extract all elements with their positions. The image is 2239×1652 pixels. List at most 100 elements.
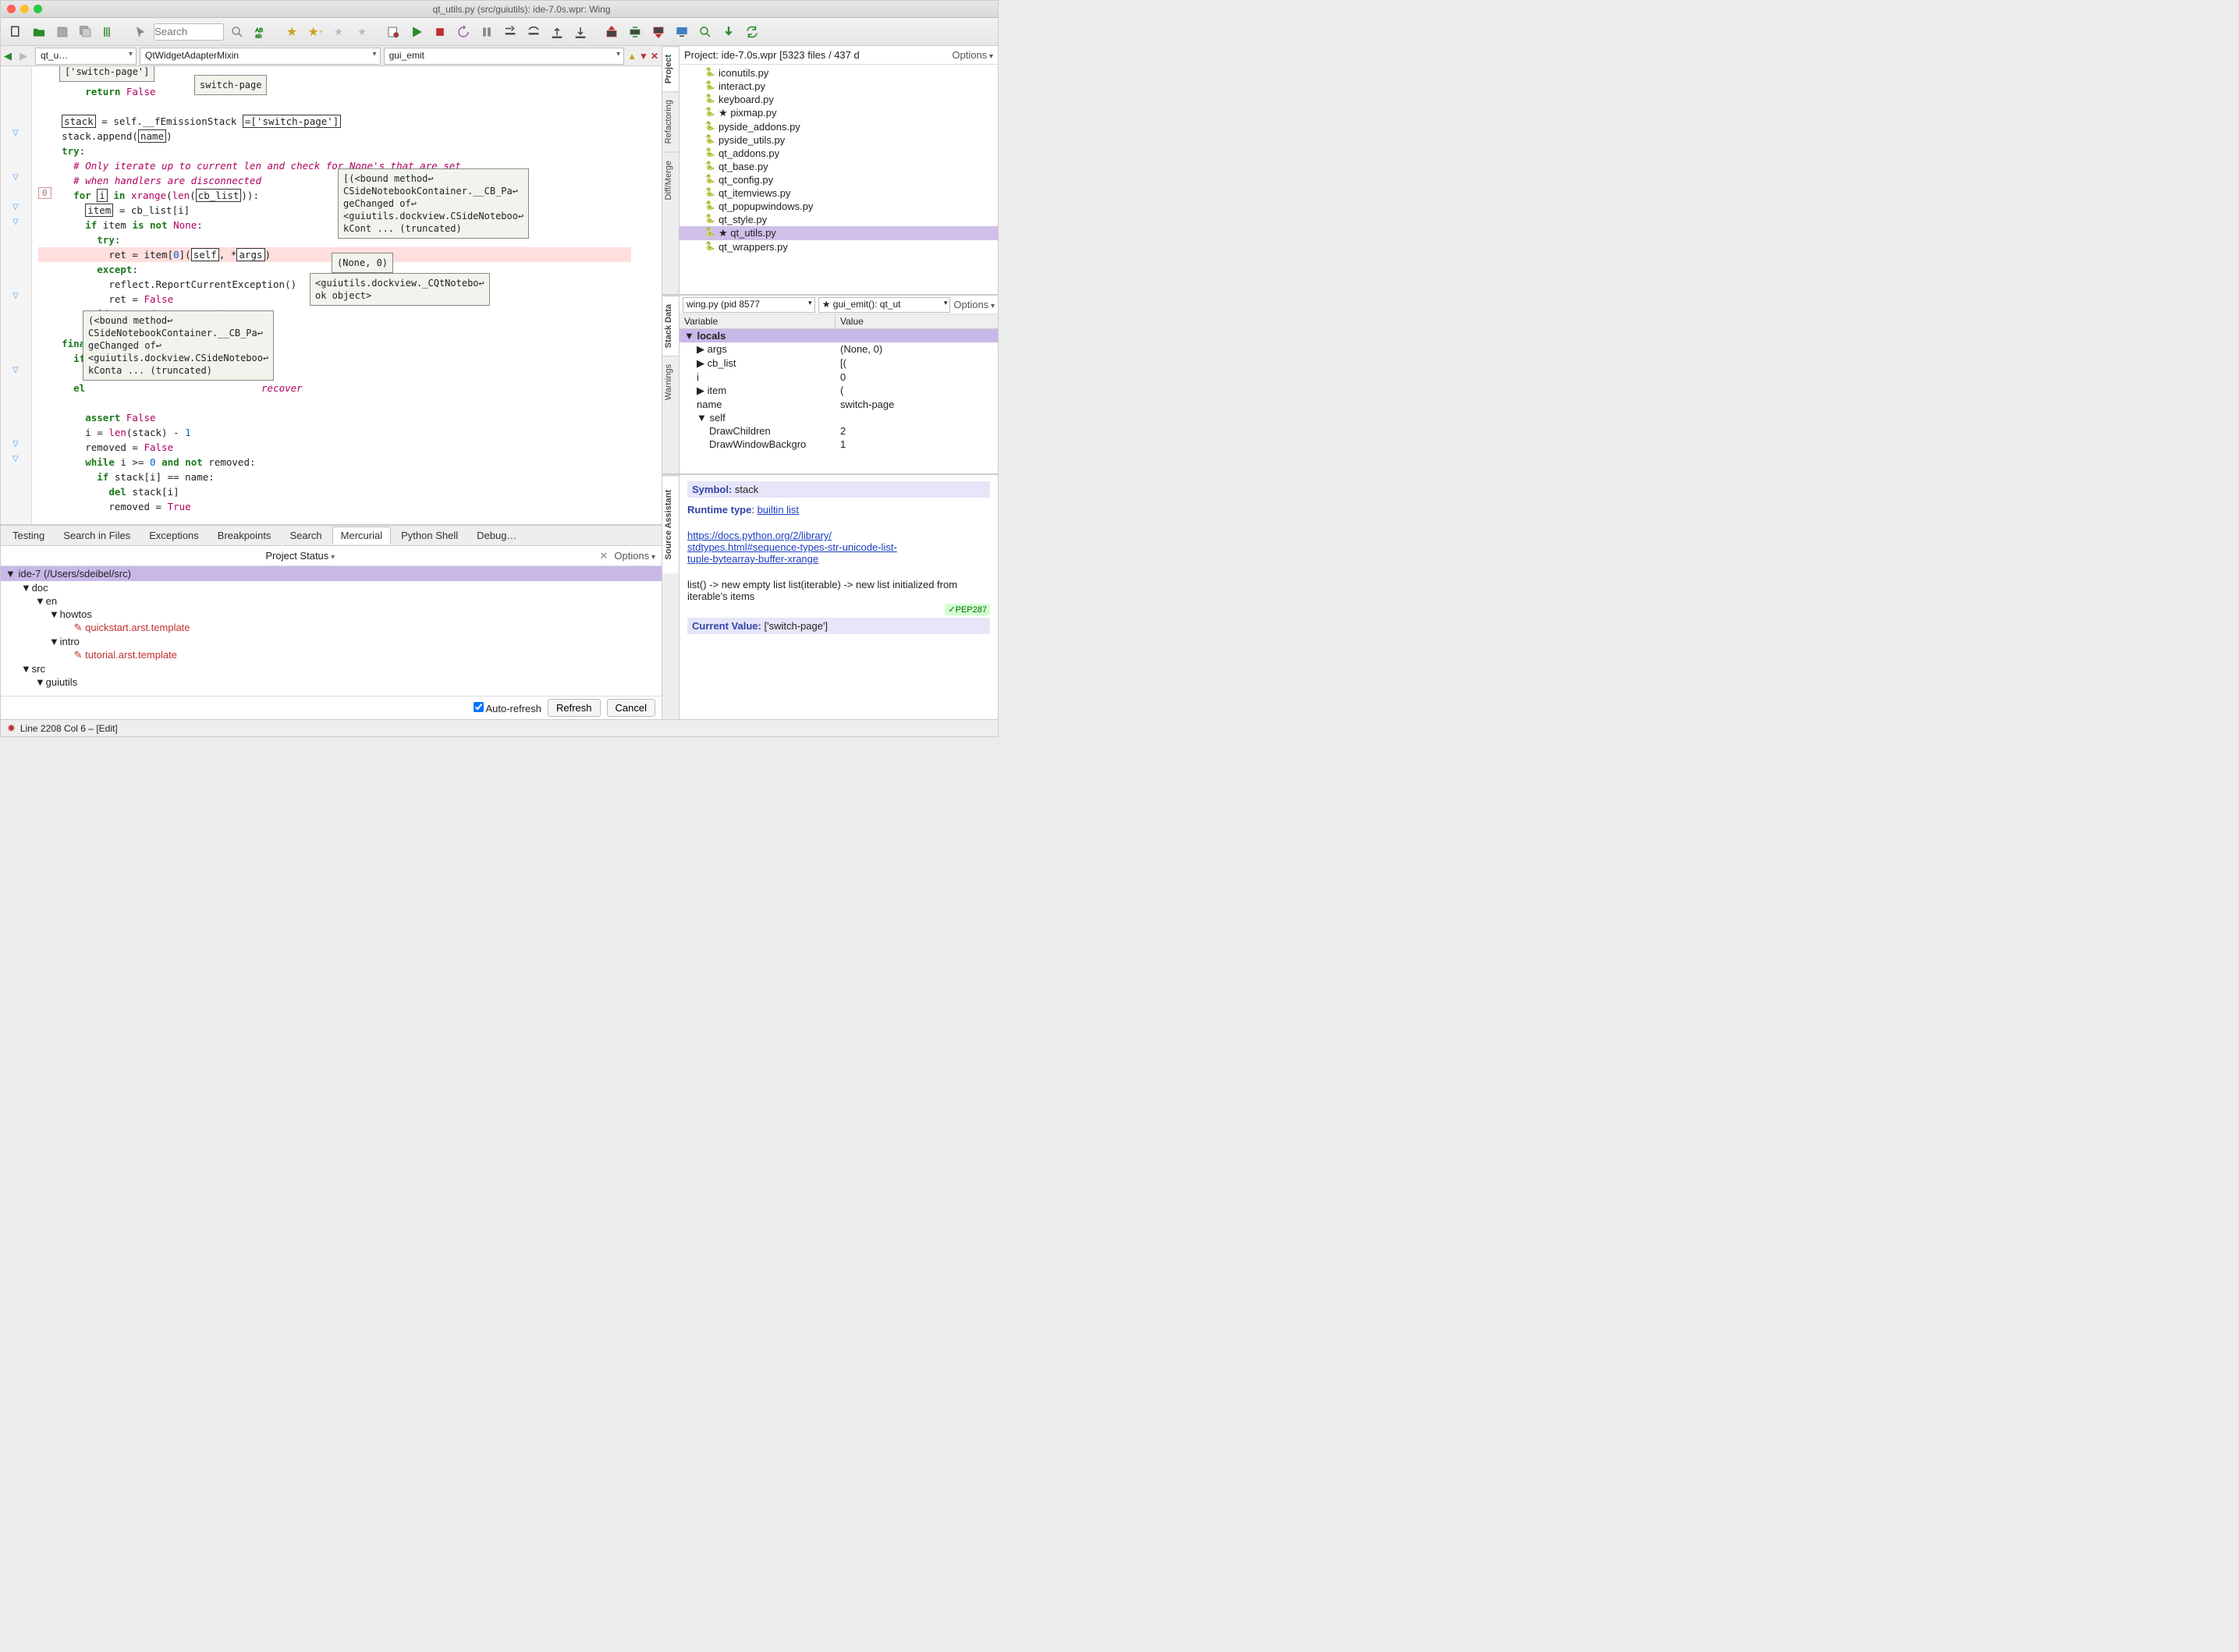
runtime-type-link[interactable]: builtin list: [758, 504, 799, 516]
vtab-warnings[interactable]: Warnings: [662, 356, 679, 408]
replace-button[interactable]: ABab: [250, 22, 271, 42]
autorefresh-checkbox[interactable]: Auto-refresh: [474, 702, 541, 714]
variable-row[interactable]: DrawWindowBackgro1: [680, 438, 998, 451]
tab-testing[interactable]: Testing: [4, 526, 53, 544]
project-file-item[interactable]: pyside_utils.py: [680, 133, 998, 147]
warning-icon[interactable]: ▲: [627, 51, 637, 62]
variable-row[interactable]: ▼ locals: [680, 329, 998, 342]
indent-button[interactable]: [99, 22, 119, 42]
hg-mode-dropdown[interactable]: Project Status: [7, 550, 593, 562]
project-file-item[interactable]: interact.py: [680, 80, 998, 93]
variable-row[interactable]: ▶ cb_list[(: [680, 356, 998, 370]
project-file-item[interactable]: qt_style.py: [680, 213, 998, 226]
fold-icon[interactable]: ▽: [12, 218, 19, 226]
nav-back-icon[interactable]: ◀: [4, 50, 16, 62]
fold-icon[interactable]: ▽: [12, 203, 19, 211]
tab-exceptions[interactable]: Exceptions: [140, 526, 208, 544]
step-over-button[interactable]: [523, 22, 544, 42]
hg-tree-item[interactable]: ▼ guiutils: [1, 675, 662, 689]
tab-search[interactable]: Search: [281, 526, 330, 544]
variable-table[interactable]: Variable Value ▼ locals▶ args(None, 0)▶ …: [680, 314, 998, 473]
stack-options[interactable]: Options: [953, 299, 995, 310]
project-file-item[interactable]: pyside_addons.py: [680, 120, 998, 133]
save-button[interactable]: [52, 22, 73, 42]
project-file-item[interactable]: qt_addons.py: [680, 147, 998, 160]
function-combo[interactable]: gui_emit: [384, 48, 625, 65]
step-out-button[interactable]: [547, 22, 567, 42]
vtab-diffmerge[interactable]: Diff/Merge: [662, 152, 679, 208]
class-combo[interactable]: QtWidgetAdapterMixin: [140, 48, 381, 65]
pep-badge[interactable]: ✓PEP287: [945, 604, 990, 615]
close-window-icon[interactable]: [7, 5, 16, 13]
code-editor[interactable]: ▽ ▽ ▽ ▽ ▽ ▽ ▽ ▽ 0 return False stack = s…: [1, 66, 662, 524]
breakpoint-icon[interactable]: [383, 22, 403, 42]
project-file-item[interactable]: ★ qt_utils.py: [680, 226, 998, 240]
frame-current-button[interactable]: [625, 22, 645, 42]
sync-icon[interactable]: [742, 22, 762, 42]
hg-tree-item[interactable]: ▼ intro: [1, 635, 662, 648]
fold-icon[interactable]: ▽: [12, 440, 19, 448]
open-file-button[interactable]: [29, 22, 49, 42]
close-panel-icon[interactable]: ✕: [599, 550, 608, 562]
zoom-window-icon[interactable]: [34, 5, 42, 13]
tab-debug[interactable]: Debug…: [468, 526, 525, 544]
save-all-button[interactable]: [76, 22, 96, 42]
project-file-item[interactable]: qt_config.py: [680, 173, 998, 186]
fold-icon[interactable]: ▽: [12, 173, 19, 182]
source-assistant[interactable]: Symbol: stack Runtime type: builtin list…: [680, 475, 998, 719]
frame-combo[interactable]: ★ gui_emit(): qt_ut: [818, 297, 951, 313]
project-file-item[interactable]: qt_popupwindows.py: [680, 200, 998, 213]
bookmark-add-icon[interactable]: ★+: [305, 22, 325, 42]
hg-tree-item[interactable]: ✎ tutorial.arst.template: [1, 648, 662, 662]
bookmark-prev-icon[interactable]: ★: [328, 22, 349, 42]
new-file-button[interactable]: [5, 22, 26, 42]
process-combo[interactable]: wing.py (pid 8577: [683, 297, 815, 313]
search-icon[interactable]: [227, 22, 247, 42]
bookmark-next-icon[interactable]: ★: [352, 22, 372, 42]
variable-row[interactable]: nameswitch-page: [680, 398, 998, 411]
refresh-button[interactable]: Refresh: [548, 699, 601, 717]
file-combo[interactable]: qt_u…: [35, 48, 137, 65]
variable-row[interactable]: DrawChildren2: [680, 424, 998, 438]
step-into-button[interactable]: [500, 22, 520, 42]
cursor-button[interactable]: [130, 22, 151, 42]
close-doc-icon[interactable]: ▼: [639, 51, 648, 62]
bookmark-star-icon[interactable]: ★: [282, 22, 302, 42]
variable-row[interactable]: i0: [680, 370, 998, 384]
frame-up-button[interactable]: [601, 22, 622, 42]
hg-options[interactable]: Options: [614, 550, 655, 562]
tab-breakpoints[interactable]: Breakpoints: [209, 526, 280, 544]
traffic-lights[interactable]: [7, 5, 42, 13]
hg-tree-item[interactable]: ▼ howtos: [1, 608, 662, 621]
vtab-source-assistant[interactable]: Source Assistant: [662, 475, 679, 573]
tab-python-shell[interactable]: Python Shell: [392, 526, 467, 544]
minimize-window-icon[interactable]: [20, 5, 29, 13]
tab-mercurial[interactable]: Mercurial: [332, 526, 391, 544]
hg-tree-root[interactable]: ▼ ide-7 (/Users/sdeibel/src): [1, 566, 662, 581]
vtab-refactoring[interactable]: Refactoring: [662, 91, 679, 151]
vtab-stackdata[interactable]: Stack Data: [662, 296, 679, 356]
variable-row[interactable]: ▶ args(None, 0): [680, 342, 998, 356]
fold-icon[interactable]: ▽: [12, 455, 19, 463]
nav-fwd-icon[interactable]: ▶: [20, 50, 32, 62]
fold-icon[interactable]: ▽: [12, 292, 19, 300]
hg-tree-item[interactable]: ▼ en: [1, 594, 662, 608]
debug-pause-button[interactable]: [477, 22, 497, 42]
project-file-item[interactable]: qt_itemviews.py: [680, 186, 998, 200]
step-next-button[interactable]: [570, 22, 591, 42]
fold-icon[interactable]: ▽: [12, 366, 19, 374]
frame-down-button[interactable]: [648, 22, 669, 42]
close-x-icon[interactable]: ✕: [651, 51, 658, 62]
download-icon[interactable]: [719, 22, 739, 42]
hg-tree-item[interactable]: ✎ quickstart.arst.template: [1, 621, 662, 635]
project-file-list[interactable]: iconutils.pyinteract.pykeyboard.py★ pixm…: [680, 65, 998, 294]
variable-row[interactable]: ▶ item(: [680, 384, 998, 398]
project-file-item[interactable]: qt_base.py: [680, 160, 998, 173]
hg-tree-item[interactable]: ▼ doc: [1, 581, 662, 594]
project-file-item[interactable]: ★ pixmap.py: [680, 106, 998, 120]
project-options[interactable]: Options: [952, 49, 993, 61]
variable-row[interactable]: ▼ self: [680, 411, 998, 424]
toolbar-search-input[interactable]: [154, 23, 224, 41]
fold-icon[interactable]: ▽: [12, 129, 19, 137]
doc-link[interactable]: https://docs.python.org/2/library/stdtyp…: [687, 530, 897, 565]
